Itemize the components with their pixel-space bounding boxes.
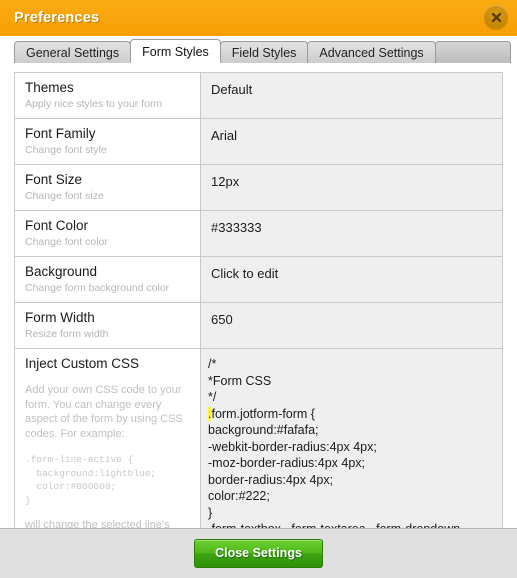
setting-label-cell: Background Change form background color [15, 257, 201, 302]
setting-label-cell: Form Width Resize form width [15, 303, 201, 348]
dialog-title: Preferences [14, 10, 100, 26]
setting-row-font-family: Font Family Change font style Arial [15, 119, 502, 165]
tab-label: Field Styles [231, 46, 297, 60]
setting-title: Themes [25, 80, 74, 95]
setting-subtitle: Apply nice styles to your form [25, 98, 163, 110]
setting-label-cell: Themes Apply nice styles to your form [15, 73, 201, 118]
settings-table: Themes Apply nice styles to your form De… [14, 72, 503, 528]
setting-label-cell: Inject Custom CSS Add your own CSS code … [15, 349, 201, 528]
setting-value-font-family[interactable]: Arial [201, 119, 502, 164]
setting-title: Inject Custom CSS [25, 356, 140, 371]
setting-row-font-color: Font Color Change font color #333333 [15, 211, 502, 257]
setting-title: Font Size [25, 172, 83, 187]
close-settings-button[interactable]: Close Settings [194, 539, 323, 568]
setting-value-font-size[interactable]: 12px [201, 165, 502, 210]
setting-label-cell: Font Family Change font style [15, 119, 201, 164]
setting-row-inject-custom-css: Inject Custom CSS Add your own CSS code … [15, 349, 502, 528]
tab-label: Advanced Settings [319, 46, 424, 60]
tab-general-settings[interactable]: General Settings [14, 41, 132, 63]
form-styles-panel: Themes Apply nice styles to your form De… [0, 62, 517, 528]
setting-title: Font Family [25, 126, 96, 141]
custom-css-example-code: .form-line-active { background:lightblue… [25, 454, 157, 506]
setting-row-themes: Themes Apply nice styles to your form De… [15, 73, 502, 119]
tab-label: Form Styles [142, 45, 209, 59]
tab-field-styles[interactable]: Field Styles [219, 41, 309, 63]
tab-form-styles[interactable]: Form Styles [130, 39, 221, 63]
close-icon[interactable] [484, 5, 508, 29]
setting-label-cell: Font Color Change font color [15, 211, 201, 256]
setting-value-themes[interactable]: Default [201, 73, 502, 118]
setting-subtitle: Change form background color [25, 282, 170, 294]
setting-value-font-color[interactable]: #333333 [201, 211, 502, 256]
tab-advanced-settings[interactable]: Advanced Settings [307, 41, 436, 63]
preferences-dialog: Preferences General Settings Form Styles… [0, 0, 517, 578]
dialog-footer: Close Settings [0, 528, 517, 578]
setting-row-form-width: Form Width Resize form width 650 [15, 303, 502, 349]
setting-subtitle: Change font size [25, 190, 104, 202]
tab-strip-filler [434, 41, 511, 63]
setting-value-form-width[interactable]: 650 [201, 303, 502, 348]
setting-subtitle: Resize form width [25, 328, 109, 340]
css-code-before: /* *Form CSS */ [208, 357, 272, 404]
custom-css-value-cell: /* *Form CSS */ .form.jotform-form { bac… [201, 349, 502, 528]
custom-css-textarea[interactable]: /* *Form CSS */ .form.jotform-form { bac… [201, 353, 502, 528]
tab-label: General Settings [26, 46, 120, 60]
setting-row-font-size: Font Size Change font size 12px [15, 165, 502, 211]
setting-row-background: Background Change form background color … [15, 257, 502, 303]
tab-bar: General Settings Form Styles Field Style… [0, 36, 517, 63]
css-code-after: form.jotform-form { background:#fafafa; … [208, 406, 464, 529]
setting-title: Background [25, 264, 98, 279]
dialog-titlebar: Preferences [0, 0, 517, 36]
custom-css-help-1: Add your own CSS code to your form. You … [25, 384, 183, 440]
setting-title: Font Color [25, 218, 89, 233]
custom-css-help-2: will change the selected line's backgrou… [25, 519, 170, 528]
setting-subtitle: Change font color [25, 236, 108, 248]
setting-subtitle: Change font style [25, 144, 107, 156]
setting-title: Form Width [25, 310, 95, 325]
setting-label-cell: Font Size Change font size [15, 165, 201, 210]
setting-value-background[interactable]: Click to edit [201, 257, 502, 302]
